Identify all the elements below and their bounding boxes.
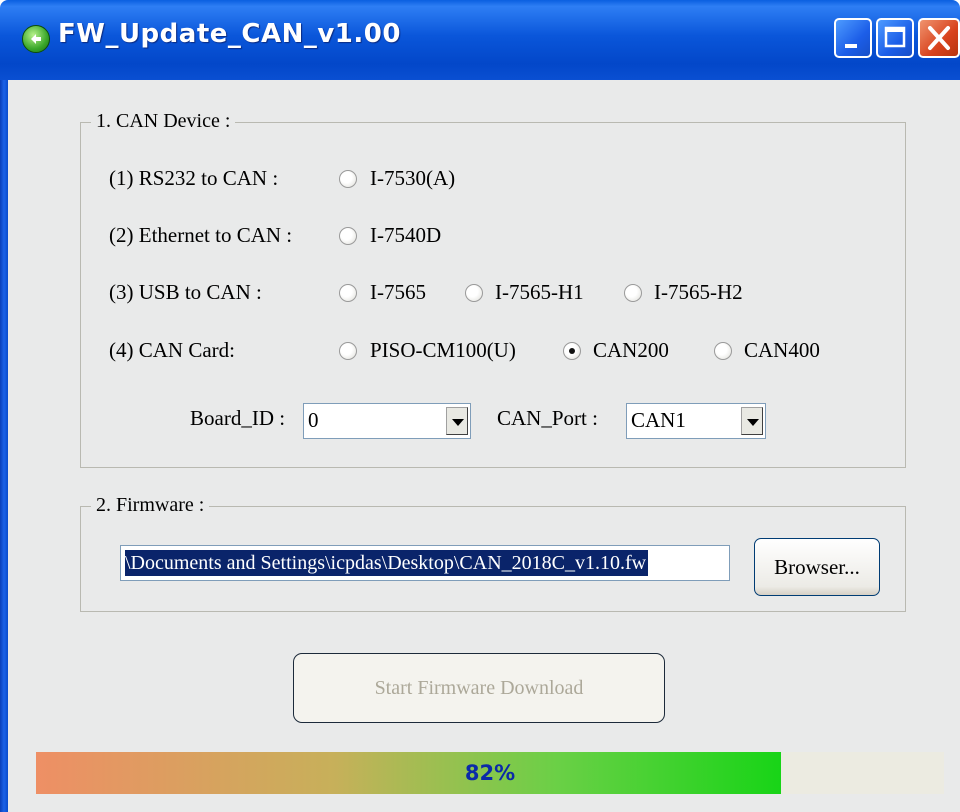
radio-can200[interactable] <box>563 342 581 360</box>
can-port-value: CAN1 <box>631 408 686 432</box>
application-window: FW_Update_CAN_v1.00 1. CAN Device : (1) … <box>0 0 960 812</box>
app-icon <box>22 25 50 53</box>
close-icon <box>928 26 950 50</box>
radio-can200-label[interactable]: CAN200 <box>593 338 669 363</box>
board-id-select[interactable]: 0 <box>303 403 471 439</box>
usb-label: (3) USB to CAN : <box>109 280 262 304</box>
can-card-label: (4) CAN Card: <box>109 338 235 362</box>
minimize-button[interactable] <box>834 18 872 58</box>
can-port-select[interactable]: CAN1 <box>626 403 766 439</box>
can-device-legend: 1. CAN Device : <box>91 110 236 133</box>
radio-can400-label[interactable]: CAN400 <box>744 338 820 363</box>
radio-i7565[interactable] <box>339 284 357 302</box>
progress-label: 82% <box>464 761 516 785</box>
rs232-label: (1) RS232 to CAN : <box>109 166 279 190</box>
window-title: FW_Update_CAN_v1.00 <box>58 19 401 49</box>
progress-bar: 82% <box>36 752 944 794</box>
radio-i7540d[interactable] <box>339 227 357 245</box>
radio-i7565-h1[interactable] <box>465 284 483 302</box>
radio-i7540d-label[interactable]: I-7540D <box>370 223 441 248</box>
radio-i7565-h1-label[interactable]: I-7565-H1 <box>495 280 584 305</box>
radio-can400[interactable] <box>714 342 732 360</box>
firmware-legend: 2. Firmware : <box>91 494 210 517</box>
radio-i7565-label[interactable]: I-7565 <box>370 280 426 305</box>
can-port-label: CAN_Port : <box>497 406 598 430</box>
window-frame-left <box>0 80 8 812</box>
radio-i7565-h2[interactable] <box>624 284 642 302</box>
start-firmware-download-button[interactable]: Start Firmware Download <box>293 653 665 723</box>
ethernet-label: (2) Ethernet to CAN : <box>109 223 293 247</box>
firmware-path-field[interactable]: \Documents and Settings\icpdas\Desktop\C… <box>120 545 730 581</box>
browse-button[interactable]: Browser... <box>754 538 880 596</box>
close-button[interactable] <box>918 18 960 58</box>
board-id-label: Board_ID : <box>190 406 286 430</box>
radio-i7565-h2-label[interactable]: I-7565-H2 <box>654 280 743 305</box>
radio-piso-cm100u-label[interactable]: PISO-CM100(U) <box>370 338 516 363</box>
maximize-button[interactable] <box>876 18 914 58</box>
radio-i7530a[interactable] <box>339 170 357 188</box>
radio-piso-cm100u[interactable] <box>339 342 357 360</box>
board-id-value: 0 <box>308 408 319 432</box>
title-bar[interactable]: FW_Update_CAN_v1.00 <box>0 0 960 80</box>
minimize-icon <box>845 44 857 48</box>
firmware-path-text: \Documents and Settings\icpdas\Desktop\C… <box>125 550 649 576</box>
chevron-down-icon[interactable] <box>741 407 763 435</box>
radio-i7530a-label[interactable]: I-7530(A) <box>370 166 455 191</box>
chevron-down-icon[interactable] <box>446 407 468 435</box>
